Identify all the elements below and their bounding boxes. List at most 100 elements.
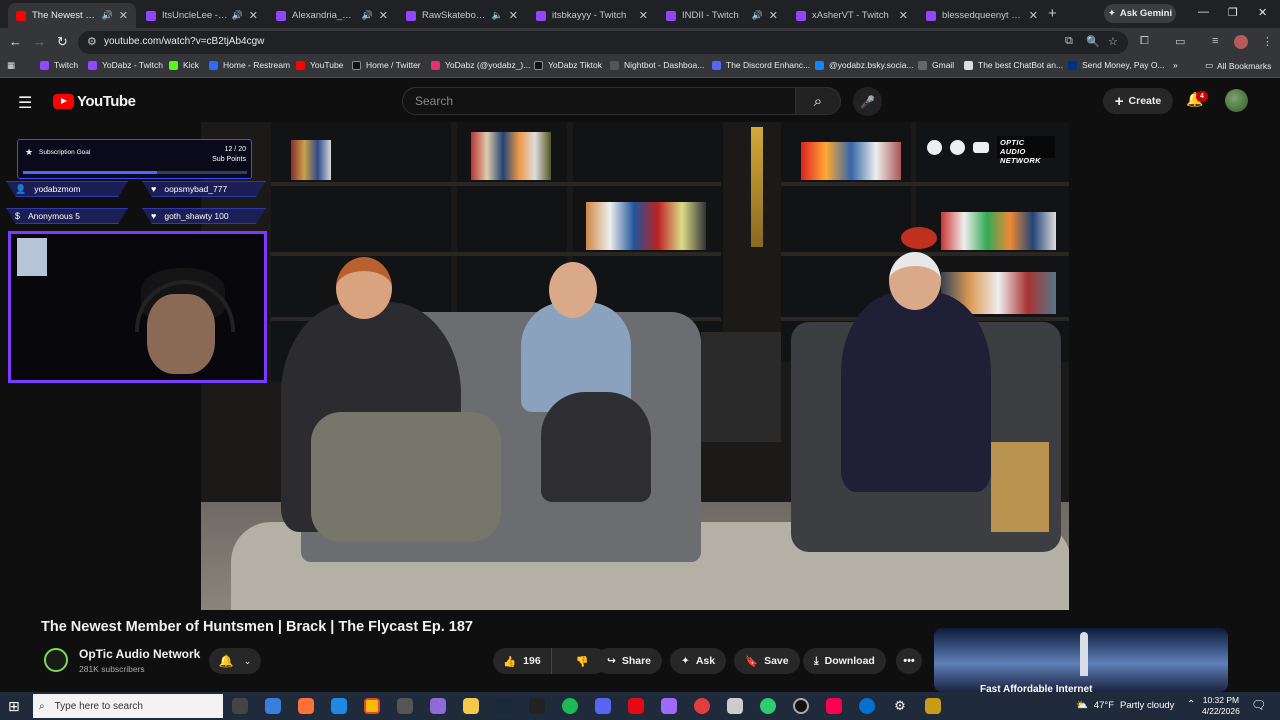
- windows-start-icon[interactable]: ⊞: [8, 698, 20, 715]
- muted-speaker-icon[interactable]: 🔈: [492, 10, 503, 21]
- restore-icon[interactable]: ❐: [1228, 6, 1238, 19]
- tab-twitch-itsunclelee[interactable]: ItsUncleLee - Twitch 🔊 ✕: [138, 3, 266, 28]
- all-bookmarks-folder[interactable]: ▭ All Bookmarks: [1205, 60, 1271, 71]
- ask-button[interactable]: ✦ Ask: [670, 648, 727, 674]
- profile-avatar[interactable]: [1234, 35, 1248, 49]
- download-button[interactable]: ⤓ Download: [803, 648, 886, 674]
- close-tab-icon[interactable]: ✕: [379, 9, 388, 22]
- weather-widget[interactable]: ⛅ 47°F Partly cloudy: [1076, 700, 1174, 711]
- zoom-icon[interactable]: 🔍: [1086, 35, 1100, 48]
- voice-search-button[interactable]: 🎤: [853, 87, 882, 116]
- apps-grid-icon[interactable]: ▦: [7, 60, 15, 71]
- minimize-icon[interactable]: —: [1198, 6, 1209, 18]
- bookmark-restream[interactable]: Home - Restream: [209, 60, 290, 70]
- menu-kebab-icon[interactable]: ⋮: [1262, 35, 1273, 48]
- bookmark-gmail[interactable]: Gmail: [918, 60, 954, 70]
- bookmark-yodabz-twitch[interactable]: YoDabz - Twitch: [88, 60, 163, 70]
- system-clock[interactable]: 10:32 PM 4/22/2026: [1202, 695, 1240, 717]
- bookmark-discord[interactable]: The Discord Enhanc...: [712, 60, 810, 70]
- bookmark-youtube[interactable]: YouTube: [296, 60, 343, 70]
- close-tab-icon[interactable]: ✕: [119, 9, 128, 22]
- ask-gemini-button[interactable]: ✦ Ask Gemini: [1104, 4, 1176, 23]
- close-tab-icon[interactable]: ✕: [769, 9, 778, 22]
- app-icon[interactable]: [694, 698, 710, 714]
- tab-twitch-alexandria[interactable]: Alexandria_Doom 🔊 ✕: [268, 3, 396, 28]
- discord-icon[interactable]: [595, 698, 611, 714]
- site-info-icon[interactable]: ⚙: [87, 35, 97, 48]
- hamburger-menu-icon[interactable]: ☰: [18, 93, 32, 113]
- obs-icon[interactable]: [397, 698, 413, 714]
- channel-name[interactable]: OpTic Audio Network: [79, 647, 200, 661]
- bookmark-star-icon[interactable]: ☆: [1108, 35, 1118, 48]
- save-button[interactable]: 🔖 Save: [734, 648, 800, 674]
- back-icon[interactable]: ←: [9, 34, 22, 49]
- file-explorer-icon[interactable]: [463, 698, 479, 714]
- app-icon[interactable]: [760, 698, 776, 714]
- more-actions-button[interactable]: •••: [896, 648, 922, 674]
- install-app-icon[interactable]: ⧉: [1065, 35, 1073, 48]
- speaker-icon[interactable]: 🔊: [362, 10, 373, 21]
- reload-icon[interactable]: ↻: [57, 34, 68, 50]
- netflix-icon[interactable]: [628, 698, 644, 714]
- chrome-icon[interactable]: [364, 698, 380, 714]
- url-text[interactable]: youtube.com/watch?v=cB2tjAb4cgw: [104, 36, 264, 47]
- side-panel-icon[interactable]: ▭: [1175, 35, 1185, 48]
- tab-twitch-indii[interactable]: INDII - Twitch 🔊 ✕: [658, 3, 786, 28]
- bookmark-kick[interactable]: Kick: [169, 60, 199, 70]
- firefox-icon[interactable]: [298, 698, 314, 714]
- bookmark-twitch[interactable]: Twitch: [40, 60, 78, 70]
- sponsored-ad-card[interactable]: Fast Affordable Internet: [934, 628, 1228, 692]
- app-icon[interactable]: [430, 698, 446, 714]
- account-avatar[interactable]: [1225, 89, 1248, 112]
- tiktok-icon[interactable]: [826, 698, 842, 714]
- ad-title[interactable]: Fast Affordable Internet: [980, 684, 1092, 692]
- spotify-icon[interactable]: [562, 698, 578, 714]
- tray-chevron-icon[interactable]: ⌃: [1187, 699, 1195, 710]
- channel-avatar[interactable]: [44, 648, 68, 672]
- extensions-icon[interactable]: ⧠: [1140, 35, 1149, 48]
- youtube-logo[interactable]: YouTube: [53, 93, 136, 110]
- create-button[interactable]: + Create: [1103, 88, 1173, 114]
- app-icon[interactable]: [793, 698, 809, 714]
- bookmark-paypal[interactable]: Send Money, Pay O...: [1068, 60, 1165, 70]
- tab-twitch-rawskateboards[interactable]: RawSkateboards - 🔈 ✕: [398, 3, 526, 28]
- address-bar[interactable]: ⚙ youtube.com/watch?v=cB2tjAb4cgw ⧉ 🔍 ☆: [78, 31, 1128, 54]
- forward-icon[interactable]: →: [33, 34, 46, 49]
- edge-icon[interactable]: [331, 698, 347, 714]
- playstation-icon[interactable]: [859, 698, 875, 714]
- search-button[interactable]: ⌕: [795, 87, 841, 115]
- task-view-icon[interactable]: [232, 698, 248, 714]
- search-input[interactable]: Search: [402, 87, 796, 115]
- close-tab-icon[interactable]: ✕: [639, 9, 648, 22]
- bookmark-chatbot[interactable]: The best ChatBot an...: [964, 60, 1063, 70]
- app-icon[interactable]: [727, 698, 743, 714]
- close-tab-icon[interactable]: ✕: [249, 9, 258, 22]
- tab-youtube-video[interactable]: The Newest Memb 🔊 ✕: [8, 3, 136, 28]
- settings-gear-icon[interactable]: ⚙: [892, 698, 908, 714]
- speaker-icon[interactable]: 🔊: [102, 10, 113, 21]
- speaker-icon[interactable]: 🔊: [752, 10, 763, 21]
- share-button[interactable]: ↪ Share: [596, 648, 662, 674]
- like-button[interactable]: 👍 196: [493, 648, 552, 674]
- steam-icon[interactable]: [496, 698, 512, 714]
- tab-twitch-blessedqueenyt[interactable]: blessedqueenyt - Twitch ✕: [918, 3, 1046, 28]
- bookmark-bluesky[interactable]: @yodabz.bsky.socia...: [815, 60, 914, 70]
- close-tab-icon[interactable]: ✕: [899, 9, 908, 22]
- subscription-notification-button[interactable]: 🔔 ⌄: [209, 648, 261, 674]
- taskbar-search-input[interactable]: ⌕ Type here to search: [33, 694, 223, 718]
- tab-twitch-xashervt[interactable]: xAsherVT - Twitch ✕: [788, 3, 916, 28]
- bookmark-nightbot[interactable]: Nightbot - Dashboa...: [610, 60, 704, 70]
- close-window-icon[interactable]: ✕: [1258, 6, 1267, 19]
- tab-twitch-itsbkayyy[interactable]: itsbkayyy - Twitch ✕: [528, 3, 656, 28]
- close-tab-icon[interactable]: ✕: [509, 9, 518, 22]
- copilot-icon[interactable]: [265, 698, 281, 714]
- pen-app-icon[interactable]: [661, 698, 677, 714]
- more-bookmarks-icon[interactable]: »: [1173, 60, 1178, 70]
- media-control-icon[interactable]: ≡: [1212, 35, 1218, 47]
- bookmark-tiktok[interactable]: YoDabz Tiktok: [534, 60, 602, 70]
- app-icon[interactable]: [925, 698, 941, 714]
- epic-games-icon[interactable]: [529, 698, 545, 714]
- speaker-icon[interactable]: 🔊: [232, 10, 243, 21]
- bookmark-twitter[interactable]: Home / Twitter: [352, 60, 421, 70]
- video-player[interactable]: OPTIC AUDIO NETWORK: [201, 122, 1069, 610]
